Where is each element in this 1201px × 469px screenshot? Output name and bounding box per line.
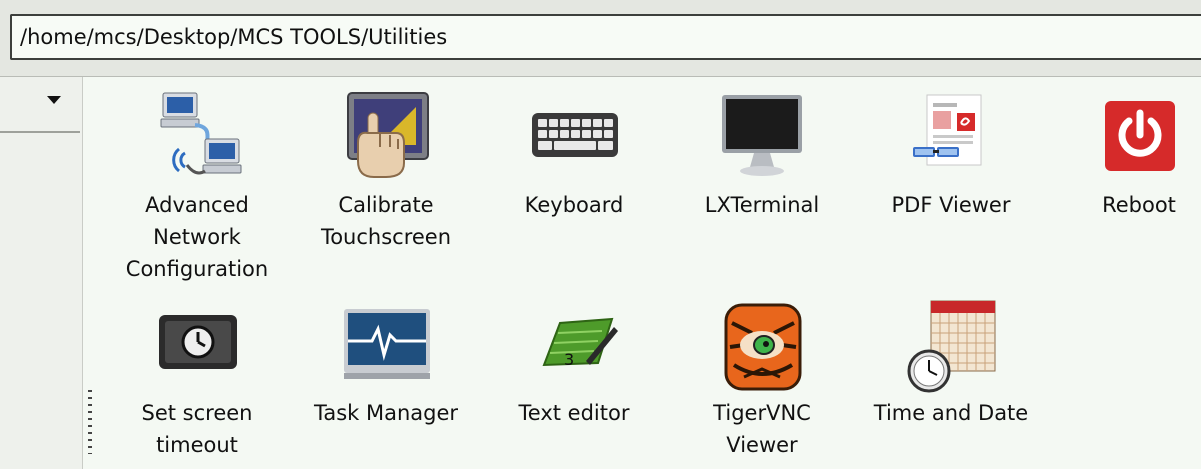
launcher-label: Time and Date bbox=[873, 401, 1029, 425]
launcher-label: TigerVNC Viewer bbox=[713, 401, 811, 457]
launcher-label: Keyboard bbox=[524, 193, 624, 217]
launcher-label: Calibrate Touchscreen bbox=[320, 193, 452, 249]
file-icon-view: Advanced Network Configuration Calibrate… bbox=[96, 77, 1201, 469]
calendar-clock-icon bbox=[907, 300, 996, 393]
side-pane bbox=[0, 77, 83, 469]
timer-icon bbox=[159, 315, 237, 369]
monitor-icon bbox=[722, 95, 802, 176]
dropdown-arrow-icon[interactable] bbox=[47, 96, 61, 104]
pdf-document-icon bbox=[913, 94, 982, 166]
launcher-label: Text editor bbox=[518, 401, 630, 425]
heartbeat-monitor-icon bbox=[344, 309, 430, 379]
svg-text:3: 3 bbox=[564, 350, 574, 369]
pane-resize-handle[interactable] bbox=[88, 390, 92, 454]
launcher-label: Reboot bbox=[1102, 193, 1176, 217]
launcher-label: Task Manager bbox=[313, 401, 459, 425]
location-toolbar: /home/mcs/Desktop/MCS TOOLS/Utilities bbox=[0, 0, 1201, 77]
launcher-label: Set screen timeout bbox=[141, 401, 253, 457]
keyboard-icon bbox=[532, 113, 618, 157]
tiger-icon bbox=[724, 303, 802, 391]
path-input[interactable]: /home/mcs/Desktop/MCS TOOLS/Utilities bbox=[10, 14, 1201, 60]
network-computers-icon bbox=[160, 92, 242, 175]
pen-paper-icon: 3 bbox=[542, 317, 618, 369]
power-icon bbox=[1105, 101, 1175, 171]
launcher-label: Advanced Network Configuration bbox=[125, 193, 269, 281]
touchscreen-hand-icon bbox=[347, 92, 429, 178]
launcher-label: PDF Viewer bbox=[891, 193, 1011, 217]
side-pane-selector[interactable] bbox=[0, 77, 80, 133]
launcher-label: LXTerminal bbox=[704, 193, 820, 217]
